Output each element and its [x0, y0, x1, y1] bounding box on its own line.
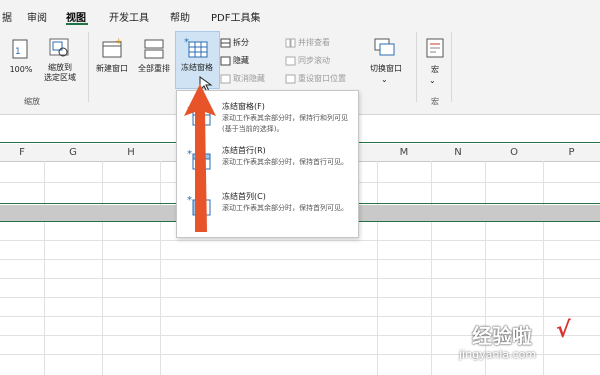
switch-window-icon — [374, 38, 395, 56]
grid-line — [543, 161, 544, 375]
macro-dropdown-icon[interactable]: ⌄ — [429, 76, 436, 86]
unhide-button[interactable]: 取消隐藏 — [233, 74, 265, 84]
menu-item-description: 滚动工作表其余部分时，保持首列可见。 — [222, 204, 348, 212]
grid-line — [431, 161, 432, 375]
annotation-arrow-icon — [184, 84, 216, 232]
tab-developer[interactable]: 开发工具 — [109, 9, 149, 24]
column-header-g[interactable]: G — [44, 144, 102, 161]
freeze-panes-icon: * — [184, 37, 208, 58]
split-button[interactable]: 拆分 — [233, 38, 249, 48]
svg-text:+: + — [115, 37, 123, 47]
new-window-icon: + — [102, 37, 123, 58]
zoom-100-button[interactable]: 100% — [5, 65, 37, 75]
sync-scroll-icon — [285, 56, 296, 66]
hide-button[interactable]: 隐藏 — [233, 56, 249, 66]
macro-icon — [426, 38, 444, 58]
menu-item-description: 滚动工作表其余部分时，保持行和列可见(基于当前的选择)。 — [222, 114, 348, 133]
tab-pdf-tools[interactable]: PDF工具集 — [211, 9, 260, 24]
hide-icon — [220, 56, 231, 66]
arrange-all-icon — [144, 39, 164, 59]
column-header-f[interactable]: F — [0, 144, 44, 161]
unhide-icon — [220, 74, 231, 84]
grid-line — [0, 297, 600, 298]
column-header-o[interactable]: O — [485, 144, 543, 161]
macro-button[interactable]: 宏 — [426, 65, 444, 75]
column-header-n[interactable]: N — [431, 144, 485, 161]
menu-item-title: 冻结窗格(F) — [222, 102, 265, 111]
grid-line — [160, 161, 161, 375]
watermark-check-icon: √ — [556, 318, 571, 343]
split-icon — [220, 38, 231, 48]
grid-line — [377, 161, 378, 375]
menu-item-description: 滚动工作表其余部分时，保持首行可见。 — [222, 158, 348, 166]
svg-text:1: 1 — [15, 47, 21, 57]
freeze-panes-button[interactable]: 冻结窗格 — [175, 63, 219, 73]
reset-position-icon — [285, 74, 296, 84]
macro-group-label: 宏 — [431, 97, 439, 106]
zoom-to-selection-button[interactable]: 缩放到 选定区域 — [40, 63, 80, 83]
grid-line — [102, 161, 103, 375]
switch-window-dropdown-icon[interactable]: ⌄ — [381, 75, 388, 85]
active-tab-indicator — [66, 23, 88, 25]
grid-line — [44, 161, 45, 375]
menu-item-title: 冻结首行(R) — [222, 146, 266, 155]
ribbon-tab-bar: 据 审阅 视图 开发工具 帮助 PDF工具集 — [0, 0, 600, 27]
side-by-side-button[interactable]: 并排查看 — [298, 38, 330, 48]
tab-review[interactable]: 审阅 — [27, 9, 47, 24]
zoom-group-label: 缩放 — [24, 97, 40, 106]
menu-item-title: 冻结首列(C) — [222, 192, 266, 201]
new-window-button[interactable]: 新建窗口 — [92, 64, 132, 74]
column-header-p[interactable]: P — [543, 144, 600, 161]
side-by-side-icon — [285, 38, 296, 48]
tab-help[interactable]: 帮助 — [170, 9, 190, 24]
column-header-m[interactable]: M — [377, 144, 431, 161]
zoom-100-icon: 1 — [12, 39, 28, 59]
svg-text:*: * — [184, 37, 189, 48]
grid-line — [0, 278, 600, 279]
arrange-all-button[interactable]: 全部重排 — [134, 64, 174, 74]
watermark-text: 经验啦 — [472, 324, 532, 348]
grid-line — [0, 316, 600, 317]
tab-data[interactable]: 据 — [2, 9, 12, 24]
watermark-url: jingyanla.com — [459, 348, 537, 361]
tab-view[interactable]: 视图 — [66, 9, 86, 24]
grid-line — [0, 240, 600, 241]
group-separator — [451, 32, 452, 102]
switch-window-button[interactable]: 切换窗口 — [364, 64, 408, 74]
group-separator — [416, 32, 417, 102]
reset-window-position-button[interactable]: 重设窗口位置 — [298, 74, 346, 84]
column-header-h[interactable]: H — [102, 144, 160, 161]
sync-scroll-button[interactable]: 同步滚动 — [298, 56, 330, 66]
grid-line — [0, 259, 600, 260]
zoom-selection-icon — [49, 38, 69, 57]
group-separator — [88, 32, 89, 102]
